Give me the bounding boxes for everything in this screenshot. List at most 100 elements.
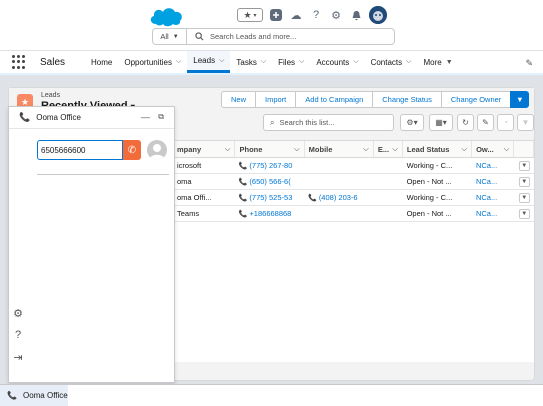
nav-item-home[interactable]: Home	[85, 51, 118, 73]
filter-button[interactable]: ▼	[517, 114, 534, 131]
mobile-cell-text: (408) 203-6	[318, 193, 358, 202]
row-action-menu-button[interactable]: ▼	[518, 192, 530, 203]
display-as-button[interactable]: ▦▾	[429, 114, 453, 131]
chevron-down-icon[interactable]: ⌵	[299, 58, 304, 66]
column-header-label: E...	[377, 144, 390, 154]
owner-cell[interactable]: NCa...	[472, 174, 515, 189]
chevron-down-icon[interactable]: ▼	[446, 59, 453, 66]
user-avatar[interactable]	[369, 6, 387, 24]
bell-icon	[352, 10, 360, 20]
popout-icon[interactable]: ⧉	[158, 112, 164, 122]
phone-cell[interactable]: 📞 (650) 566-6(	[235, 174, 304, 189]
email-cell	[373, 158, 402, 173]
row-action-menu-button[interactable]: ▼	[518, 176, 530, 187]
nav-item-accounts[interactable]: Accounts ⌵	[310, 51, 364, 73]
phone-cell[interactable]: 📞 (775) 525-53	[235, 190, 304, 205]
column-header[interactable]: Ow... ⌵	[472, 141, 515, 157]
help-icon[interactable]: ?	[15, 329, 21, 341]
owner-cell[interactable]: NCa...	[472, 206, 515, 221]
status-cell-text: Working - C...	[406, 193, 453, 202]
list-actions: New Import Add to Campaign Change Status Cha…	[221, 91, 530, 108]
phone-cell[interactable]: 📞 +186668868	[235, 206, 304, 221]
nav-item-more[interactable]: More ▼	[417, 51, 458, 73]
list-search-input[interactable]: ⌕ Search this list...	[263, 114, 394, 131]
global-create-button[interactable]	[269, 8, 283, 22]
gear-icon[interactable]: ⚙	[13, 307, 23, 320]
notifications-button[interactable]	[349, 8, 363, 22]
mobile-cell[interactable]	[304, 158, 373, 173]
chevron-down-icon[interactable]: ⌵	[461, 144, 467, 154]
owner-cell[interactable]: NCa...	[472, 190, 515, 205]
favorites-button[interactable]: ★ ▾	[237, 8, 263, 22]
global-search[interactable]: All ▼ Search Leads and more...	[152, 28, 395, 45]
nav-item-label: Leads	[193, 56, 216, 65]
owner-cell[interactable]: NCa...	[472, 158, 515, 173]
nav-item-files[interactable]: Files ⌵	[272, 51, 310, 73]
column-header[interactable]: Mobile ⌵	[305, 141, 374, 157]
refresh-button[interactable]: ↻	[457, 114, 474, 131]
phone-icon: ✆	[127, 144, 137, 156]
column-header[interactable]: Lead Status ⌵	[403, 141, 473, 157]
chevron-down-icon[interactable]: ⌵	[225, 144, 231, 154]
call-button[interactable]: ✆	[123, 140, 141, 160]
edit-nav-icon[interactable]: ✎	[525, 58, 533, 69]
chevron-down-icon[interactable]: ⌵	[363, 144, 369, 154]
chevron-down-icon[interactable]: ⌵	[353, 58, 358, 66]
chevron-down-icon[interactable]: ⌵	[261, 58, 266, 66]
list-settings-button[interactable]: ⚙▾	[400, 114, 424, 131]
setup-button[interactable]: ⚙	[329, 8, 343, 22]
logout-icon[interactable]: ⇥	[13, 351, 22, 364]
search-scope-select[interactable]: All ▼	[153, 29, 187, 44]
utility-tab-label: Ooma Office	[22, 391, 68, 400]
column-header[interactable]: E... ⌵	[374, 141, 403, 157]
chevron-down-icon[interactable]: ⌵	[504, 144, 510, 154]
gear-icon: ⚙	[331, 9, 341, 22]
owner-cell-text: NCa...	[475, 209, 498, 218]
nav-item-tasks[interactable]: Tasks ⌵	[230, 51, 272, 73]
row-action-menu-button[interactable]: ▼	[518, 208, 530, 219]
row-actions: ▼	[515, 174, 535, 189]
app-launcher-icon[interactable]	[12, 55, 26, 69]
company-cell-text: icrosoft	[177, 161, 202, 170]
mobile-cell[interactable]	[304, 206, 373, 221]
softphone-sidebar: ⚙ ? ⇥	[9, 307, 27, 383]
trailhead-button[interactable]: ☁	[289, 8, 303, 22]
phone-cell[interactable]: 📞 (775) 267-80	[235, 158, 304, 173]
mobile-cell[interactable]: 📞 (408) 203-6	[304, 190, 373, 205]
status-cell: Working - C...	[403, 158, 472, 173]
phone-icon: 📞	[238, 194, 248, 202]
star-icon: ★	[243, 9, 252, 20]
mobile-cell[interactable]	[304, 174, 373, 189]
edit-list-button[interactable]: ✎	[477, 114, 494, 131]
dial-number-input[interactable]: 6505666600	[37, 140, 123, 160]
row-action-menu-button[interactable]: ▼	[518, 160, 530, 171]
column-header[interactable]: Phone ⌵	[235, 141, 305, 157]
chevron-down-icon[interactable]: ⌵	[219, 57, 224, 65]
chevron-down-icon[interactable]: ⌵	[392, 144, 398, 154]
search-input[interactable]: Search Leads and more...	[210, 32, 296, 41]
email-cell	[373, 206, 402, 221]
charts-button[interactable]: ◔	[497, 114, 514, 131]
filter-icon: ▼	[521, 118, 530, 127]
utility-tab-ooma[interactable]: 📞 Ooma Office	[0, 385, 68, 406]
nav-item-contacts[interactable]: Contacts ⌵	[365, 51, 418, 73]
nav-item-opportunities[interactable]: Opportunities ⌵	[118, 51, 187, 73]
nav-item-leads[interactable]: Leads ⌵	[187, 51, 231, 73]
chevron-down-icon[interactable]: ⌵	[294, 144, 300, 154]
company-cell-text: oma	[177, 177, 192, 186]
app-name: Sales	[40, 56, 66, 68]
minimize-button[interactable]: —	[141, 112, 150, 122]
new-button[interactable]: New	[221, 91, 257, 108]
import-button[interactable]: Import	[255, 91, 297, 108]
change-status-button[interactable]: Change Status	[372, 91, 442, 108]
more-actions-button[interactable]: ▼	[510, 91, 530, 108]
ooma-softphone-panel: 📞 Ooma Office — ⧉ 6505666600 ✆ ⚙ ? ⇥	[8, 106, 175, 383]
add-to-campaign-button[interactable]: Add to Campaign	[295, 91, 374, 108]
search-scope-label: All	[160, 32, 169, 41]
phone-cell-text: +186668868	[249, 209, 292, 218]
chevron-down-icon[interactable]: ⌵	[176, 58, 181, 66]
chevron-down-icon[interactable]: ⌵	[406, 58, 411, 66]
help-button[interactable]: ?	[309, 8, 323, 22]
chart-icon: ◔	[503, 118, 508, 127]
change-owner-button[interactable]: Change Owner	[440, 91, 512, 108]
